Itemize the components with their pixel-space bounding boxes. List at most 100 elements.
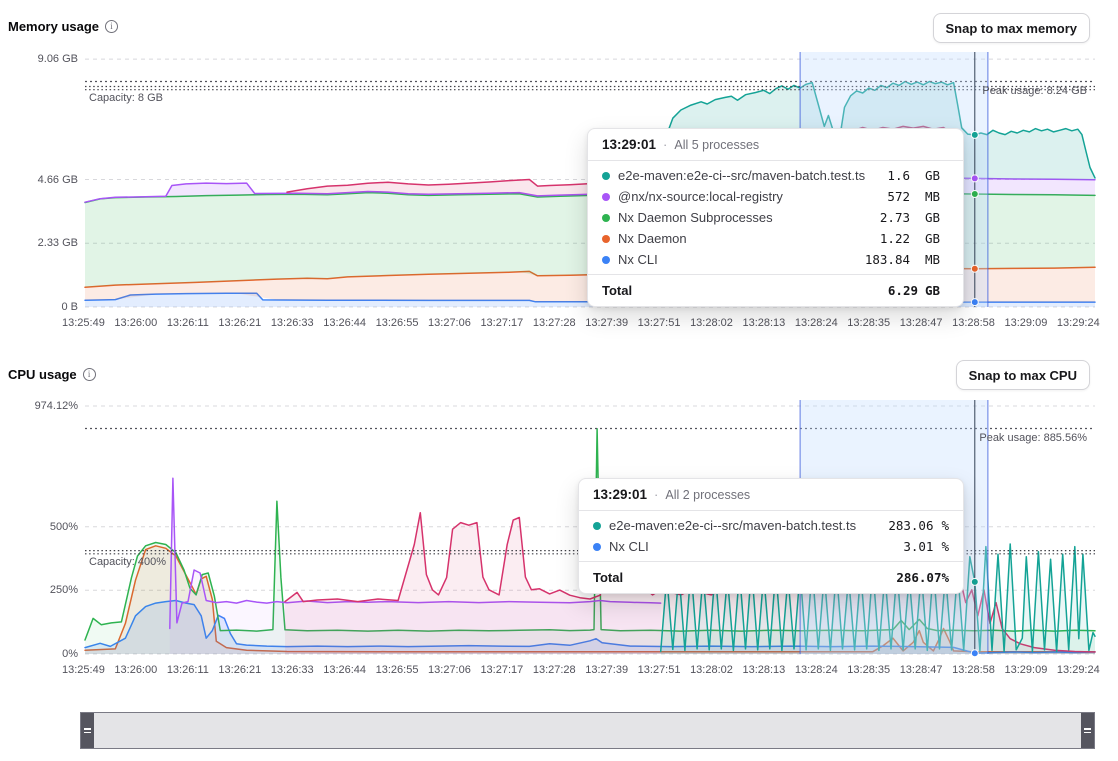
process-unit: GB — [925, 210, 949, 225]
tooltip-total-row: Total 286.07 % — [579, 561, 963, 593]
series-color-dot — [602, 172, 610, 180]
process-unit: MB — [925, 252, 949, 267]
x-axis-tick: 13:28:24 — [795, 317, 838, 329]
tooltip-subtitle: All 5 processes — [674, 138, 759, 152]
snap-to-max-memory-button[interactable]: Snap to max memory — [933, 13, 1091, 43]
y-axis-tick: 250% — [8, 584, 78, 596]
memory-x-axis: 13:25:4913:26:0013:26:1113:26:2113:26:33… — [62, 317, 1100, 329]
cpu-peak-usage-label: Peak usage: 885.56% — [979, 432, 1087, 444]
process-value: 183.84 — [666, 252, 910, 267]
tooltip-row: e2e-maven:e2e-ci--src/maven-batch.test.t… — [579, 515, 963, 536]
cpu-usage-title-text: CPU usage — [8, 367, 77, 382]
process-name: e2e-maven:e2e-ci--src/maven-batch.test.t… — [609, 518, 856, 533]
process-unit: % — [941, 518, 949, 533]
series-color-dot — [602, 214, 610, 222]
x-axis-tick: 13:29:24 — [1057, 317, 1100, 329]
brush-handle-left[interactable] — [81, 713, 94, 748]
grip-lines-icon — [84, 732, 91, 734]
brush-handle-right[interactable] — [1081, 713, 1094, 748]
total-unit: % — [941, 570, 949, 585]
x-axis-tick: 13:26:33 — [271, 317, 314, 329]
x-axis-tick: 13:29:09 — [1005, 317, 1048, 329]
process-unit: MB — [925, 189, 949, 204]
dot-separator: · — [654, 487, 658, 502]
x-axis-tick: 13:28:13 — [742, 317, 785, 329]
x-axis-tick: 13:28:47 — [900, 317, 943, 329]
cursor-dot — [971, 265, 978, 272]
snap-to-max-cpu-button[interactable]: Snap to max CPU — [956, 360, 1090, 390]
tooltip-total-row: Total 6.29 GB — [588, 274, 963, 306]
x-axis-tick: 13:28:13 — [742, 664, 785, 676]
process-value: 2.73 — [781, 210, 910, 225]
x-axis-tick: 13:28:02 — [690, 317, 733, 329]
process-name: Nx Daemon — [618, 231, 687, 246]
y-axis-tick: 0% — [8, 648, 78, 660]
y-axis-tick: 0 B — [8, 301, 78, 313]
x-axis-tick: 13:27:28 — [533, 664, 576, 676]
process-name: e2e-maven:e2e-ci--src/maven-batch.test.t… — [618, 168, 865, 183]
total-value: 286.07 — [623, 570, 941, 585]
x-axis-tick: 13:26:11 — [167, 664, 209, 676]
x-axis-tick: 13:28:02 — [690, 664, 733, 676]
x-axis-tick: 13:25:49 — [62, 664, 105, 676]
y-axis-tick: 9.06 GB — [8, 53, 78, 65]
process-unit: GB — [925, 168, 949, 183]
dot-separator: · — [663, 137, 667, 152]
total-unit: GB — [925, 283, 949, 298]
tooltip-row: @nx/nx-source:local-registry572MB — [588, 186, 963, 207]
grip-lines-icon — [1084, 728, 1091, 730]
tooltip-time: 13:29:01 — [593, 487, 647, 502]
series-color-dot — [593, 543, 601, 551]
cursor-dot — [971, 650, 978, 657]
tooltip-row: Nx Daemon Subprocesses 2.73 GB — [588, 207, 963, 228]
tooltip-header: 13:29:01 · All 2 processes — [579, 479, 963, 511]
x-axis-tick: 13:27:51 — [638, 664, 681, 676]
memory-usage-title: Memory usage i — [8, 19, 118, 34]
process-value: 1.6 — [873, 168, 910, 183]
y-axis-tick: 974.12% — [8, 400, 78, 412]
tooltip-row: Nx CLI3.01% — [579, 536, 963, 557]
x-axis-tick: 13:29:09 — [1005, 664, 1048, 676]
tooltip-rows: e2e-maven:e2e-ci--src/maven-batch.test.t… — [579, 511, 963, 561]
x-axis-tick: 13:26:21 — [218, 664, 261, 676]
x-axis-tick: 13:28:58 — [952, 664, 995, 676]
memory-peak-usage-label: Peak usage: 8.24 GB — [982, 85, 1087, 97]
process-value: 1.22 — [695, 231, 910, 246]
process-value: 572 — [791, 189, 910, 204]
info-icon[interactable]: i — [105, 20, 118, 33]
memory-usage-title-text: Memory usage — [8, 19, 99, 34]
cursor-dot — [971, 131, 978, 138]
y-axis-tick: 500% — [8, 521, 78, 533]
tooltip-rows: e2e-maven:e2e-ci--src/maven-batch.test.t… — [588, 161, 963, 274]
cursor-dot — [971, 299, 978, 306]
tooltip-subtitle: All 2 processes — [665, 488, 750, 502]
grip-lines-icon — [84, 728, 91, 730]
cursor-dot — [971, 191, 978, 198]
process-name: Nx Daemon Subprocesses — [618, 210, 773, 225]
total-value: 6.29 — [632, 283, 918, 298]
process-unit: GB — [925, 231, 949, 246]
x-axis-tick: 13:26:44 — [323, 664, 366, 676]
cursor-dot — [971, 578, 978, 585]
x-axis-tick: 13:26:44 — [323, 317, 366, 329]
process-unit: % — [941, 539, 949, 554]
process-name: Nx CLI — [618, 252, 658, 267]
timeline-brush[interactable] — [80, 712, 1095, 749]
x-axis-tick: 13:27:17 — [480, 664, 523, 676]
y-axis-tick: 2.33 GB — [8, 237, 78, 249]
x-axis-tick: 13:28:58 — [952, 317, 995, 329]
total-label: Total — [602, 283, 632, 298]
series-color-dot — [602, 193, 610, 201]
memory-capacity-label: Capacity: 8 GB — [89, 92, 163, 104]
x-axis-tick: 13:27:28 — [533, 317, 576, 329]
x-axis-tick: 13:25:49 — [62, 317, 105, 329]
info-icon[interactable]: i — [83, 368, 96, 381]
series-color-dot — [593, 522, 601, 530]
process-value: 3.01 — [657, 539, 934, 554]
x-axis-tick: 13:26:21 — [218, 317, 261, 329]
grip-lines-icon — [1084, 732, 1091, 734]
cpu-usage-title: CPU usage i — [8, 367, 96, 382]
process-value: 283.06 — [864, 518, 933, 533]
x-axis-tick: 13:28:47 — [900, 664, 943, 676]
x-axis-tick: 13:26:00 — [114, 664, 157, 676]
